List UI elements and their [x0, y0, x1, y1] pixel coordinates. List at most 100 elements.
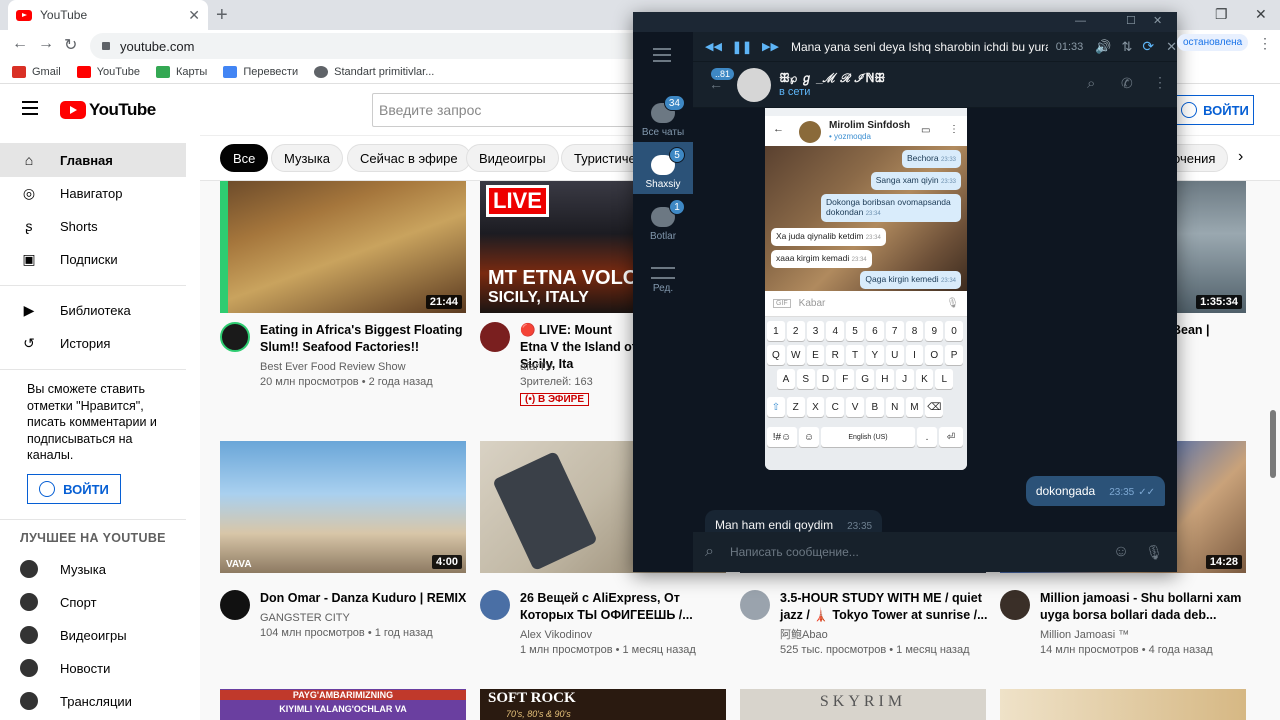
channel-avatar[interactable]: [1000, 590, 1030, 620]
bookmark-translate[interactable]: Перевести: [223, 65, 298, 78]
address-bar[interactable]: youtube.com: [90, 33, 650, 59]
close-icon[interactable]: ✕: [1153, 14, 1162, 27]
bookmark-primitives[interactable]: Standart primitivlar...: [314, 65, 434, 78]
channel-name[interactable]: GANGSTER CITY: [260, 611, 470, 626]
chat-avatar[interactable]: [737, 68, 771, 102]
volume-icon[interactable]: 🔊: [1095, 39, 1111, 55]
channel-avatar[interactable]: [740, 590, 770, 620]
sidebar-signin-button[interactable]: ВОЙТИ: [27, 474, 121, 504]
maximize-icon[interactable]: ☐: [1126, 14, 1136, 27]
sidebar-item-sport[interactable]: Спорт: [0, 585, 186, 619]
search-icon[interactable]: ⌕: [1087, 75, 1095, 92]
browser-menu-icon[interactable]: ⋮: [1258, 35, 1272, 52]
sidebar-item-home[interactable]: ⌂ Главная: [0, 143, 186, 177]
folder-personal[interactable]: 5 Shaxsiy: [633, 142, 693, 194]
video-title[interactable]: Million jamoasi - Shu bollarni xam uyga …: [1040, 590, 1250, 624]
phone-contact-avatar: [799, 121, 821, 143]
minimize-icon[interactable]: —: [1075, 15, 1086, 27]
pause-icon[interactable]: ❚❚: [732, 40, 752, 54]
paused-indicator[interactable]: остановлена: [1177, 34, 1249, 51]
progress-stripe: [220, 181, 228, 313]
chat-name[interactable]: ꕥ℘ ℊ _ℳ ℛ ℐℕꕥ: [779, 69, 885, 86]
bookmark-youtube[interactable]: YouTube: [76, 65, 140, 78]
repeat-icon[interactable]: ⟳: [1142, 38, 1154, 55]
folder-all-chats[interactable]: 34 Все чаты: [633, 90, 693, 142]
sidebar-item-shorts[interactable]: ʂ Shorts: [0, 209, 186, 243]
channel-name[interactable]: Million Jamoasi ™: [1040, 628, 1250, 643]
youtube-logo[interactable]: YouTube: [60, 100, 156, 120]
sidebar-item-subscriptions[interactable]: ▣ Подписки: [0, 242, 186, 276]
sidebar-item-news[interactable]: Новости: [0, 651, 186, 685]
video-thumbnail[interactable]: PAYG'AMBARIMIZNING KIYIMLI YALANG'OCHLAR…: [220, 689, 466, 720]
bookmark-gmail[interactable]: Gmail: [12, 65, 61, 78]
sidebar-item-music[interactable]: Музыка: [0, 552, 186, 586]
browser-tab[interactable]: YouTube ✕: [8, 0, 208, 30]
chip-live[interactable]: Сейчас в эфире: [347, 144, 471, 172]
menu-icon[interactable]: [653, 48, 671, 62]
chevron-right-icon[interactable]: ›: [1238, 148, 1243, 166]
chip-all[interactable]: Все: [220, 144, 269, 172]
photo-message[interactable]: ← Mirolim Sinfdosh • yozmoqda ▭ ⋮ Bechor…: [765, 108, 967, 470]
bookmark-maps[interactable]: Карты: [155, 65, 207, 78]
channel-avatar[interactable]: [480, 322, 510, 352]
sidebar-item-explore[interactable]: ◎ Навигатор: [0, 176, 186, 210]
next-track-icon[interactable]: ▶▶: [762, 40, 779, 53]
translate-icon: [223, 65, 238, 78]
sidebar: ⌂ Главная ◎ Навигатор ʂ Shorts ▣ Подписки ▶ Б…: [0, 135, 200, 720]
close-tab-icon[interactable]: ✕: [188, 7, 200, 24]
music-player-bar: ◀◀ ❚❚ ▶▶ Mana yana seni deya Ishq sharob…: [693, 32, 1177, 62]
back-icon[interactable]: ←: [12, 35, 28, 53]
message-input[interactable]: Написать сообщение...: [730, 545, 1113, 559]
signin-button[interactable]: ВОЙТИ: [1176, 95, 1254, 125]
channel-name[interactable]: Alex Vikodinov: [520, 628, 730, 643]
sidebar-item-gaming[interactable]: Видеоигры: [0, 618, 186, 652]
maximize-icon[interactable]: ❐: [1215, 6, 1228, 23]
chip-gaming[interactable]: Видеоигры: [466, 144, 559, 172]
video-thumbnail[interactable]: SKYRIM: [740, 689, 986, 720]
more-icon[interactable]: ⋮: [1153, 74, 1167, 91]
outgoing-message[interactable]: dokongada 23:35 ✓✓: [1025, 476, 1165, 506]
channel-avatar[interactable]: [220, 322, 250, 352]
new-tab-icon[interactable]: +: [216, 4, 228, 27]
url-text: youtube.com: [120, 38, 195, 54]
close-player-icon[interactable]: ✕: [1166, 39, 1177, 55]
video-title[interactable]: Don Omar - Danza Kuduro | REMIX: [260, 590, 470, 607]
video-thumbnail[interactable]: 21:44: [220, 181, 466, 313]
chip-music[interactable]: Музыка: [271, 144, 343, 172]
forward-icon[interactable]: →: [38, 35, 54, 53]
attach-icon[interactable]: ⌕: [705, 543, 714, 561]
sidebar-item-live[interactable]: Трансляции: [0, 684, 186, 718]
video-thumbnail[interactable]: SOFT ROCK 70's, 80's & 90's: [480, 689, 726, 720]
folder-bots[interactable]: 1 Botlar: [633, 194, 693, 246]
channel-name[interactable]: 阿鲍Abao: [780, 628, 990, 643]
search-input[interactable]: Введите запрос: [372, 93, 642, 127]
sidebar-item-library[interactable]: ▶ Библиотека: [0, 293, 186, 327]
channel-avatar[interactable]: [220, 590, 250, 620]
close-window-icon[interactable]: ✕: [1255, 6, 1267, 23]
video-thumbnail[interactable]: [1000, 689, 1246, 720]
page-scrollbar[interactable]: [1270, 410, 1276, 478]
microphone-icon[interactable]: 🎙: [1145, 544, 1163, 561]
reload-icon[interactable]: ↻: [64, 35, 77, 55]
channel-name[interactable]: Best Ever Food Review Show: [260, 360, 470, 375]
lock-icon: [102, 42, 110, 50]
previous-track-icon[interactable]: ◀◀: [705, 40, 722, 53]
chat-messages: ← Mirolim Sinfdosh • yozmoqda ▭ ⋮ Bechor…: [693, 108, 1177, 532]
channel-avatar[interactable]: [480, 590, 510, 620]
order-icon[interactable]: ⇅: [1121, 39, 1132, 55]
folder-label: Все чаты: [641, 127, 685, 138]
sidebar-item-history[interactable]: ↺ История: [0, 326, 186, 360]
phone-chat-background: Bechora 23:33 Sanga xam qiyin 23:33 Doko…: [765, 146, 967, 291]
video-thumbnail[interactable]: VAVA 4:00: [220, 441, 466, 573]
emoji-icon[interactable]: ☺: [1113, 543, 1129, 561]
video-title[interactable]: Eating in Africa's Biggest Floating Slum…: [260, 322, 470, 356]
thumb-caption: SOFT ROCK: [488, 690, 576, 706]
incoming-message[interactable]: Man ham endi qoydim 23:35: [705, 510, 883, 532]
menu-icon[interactable]: [22, 101, 38, 119]
video-title[interactable]: 26 Вещей с AliExpress, От Которых ТЫ ОФИ…: [520, 590, 730, 624]
phone-icon[interactable]: ✆: [1121, 75, 1133, 92]
video-title[interactable]: Bean |: [1172, 322, 1232, 339]
sidebar-item-label: Музыка: [60, 561, 106, 577]
video-title[interactable]: 3.5-HOUR STUDY WITH ME / quiet jazz / 🗼 …: [780, 590, 990, 624]
folder-edit[interactable]: Ред.: [633, 246, 693, 298]
